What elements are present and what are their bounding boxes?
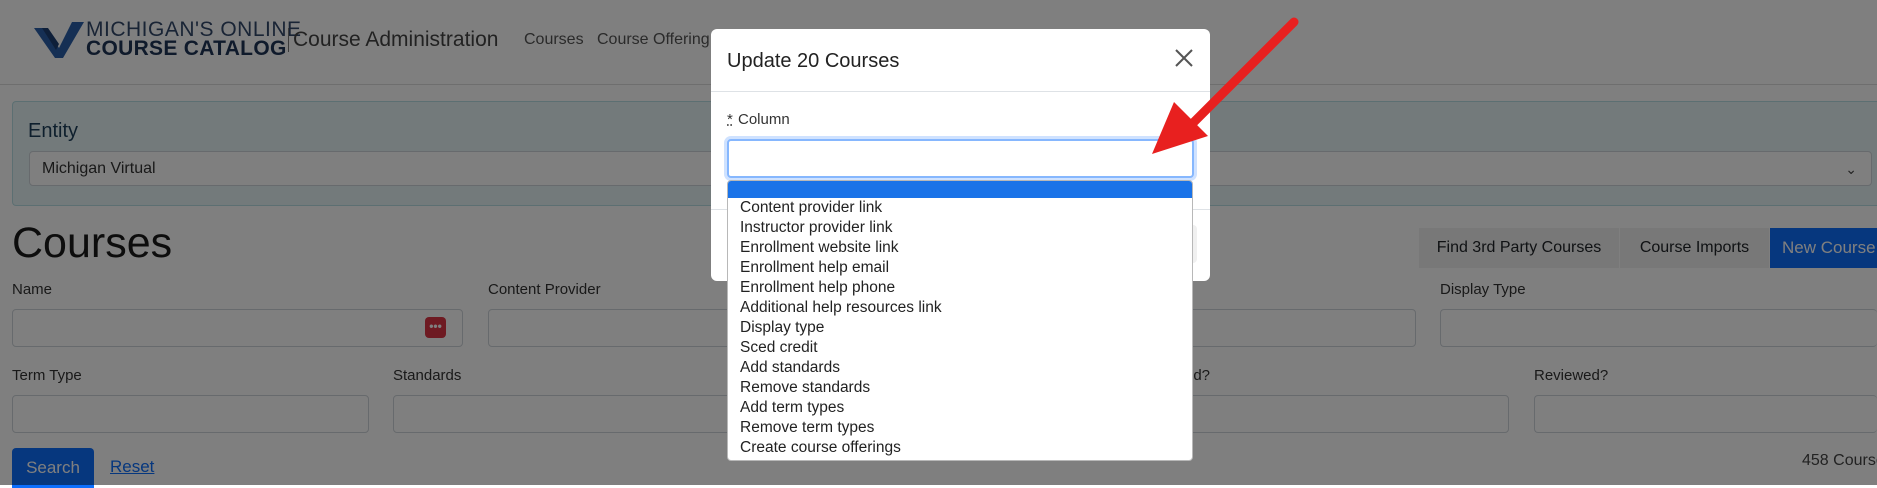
option-enrollment-website-link[interactable]: Enrollment website link [740, 239, 899, 257]
option-enrollment-help-phone[interactable]: Enrollment help phone [740, 279, 895, 297]
modal-header-divider [711, 91, 1210, 92]
option-sced-credit[interactable]: Sced credit [740, 339, 818, 357]
column-options-dropdown: Content provider link Instructor provide… [727, 180, 1193, 461]
column-label: Column [738, 111, 790, 128]
column-select-input[interactable] [727, 139, 1194, 178]
option-content-provider-link[interactable]: Content provider link [740, 199, 882, 217]
option-remove-standards[interactable]: Remove standards [740, 379, 870, 397]
option-add-standards[interactable]: Add standards [740, 359, 840, 377]
option-instructor-provider-link[interactable]: Instructor provider link [740, 219, 892, 237]
option-create-course-offerings[interactable]: Create course offerings [740, 439, 901, 457]
option-enrollment-help-email[interactable]: Enrollment help email [740, 259, 889, 277]
annotation-arrow-icon [1152, 17, 1299, 154]
option-add-term-types[interactable]: Add term types [740, 399, 844, 417]
option-display-type[interactable]: Display type [740, 319, 824, 337]
highlighted-empty-option[interactable] [728, 181, 1192, 198]
modal-title: Update 20 Courses [727, 50, 900, 72]
required-mark: * [727, 111, 733, 128]
option-remove-term-types[interactable]: Remove term types [740, 419, 874, 437]
option-additional-help-resources-link[interactable]: Additional help resources link [740, 299, 942, 317]
